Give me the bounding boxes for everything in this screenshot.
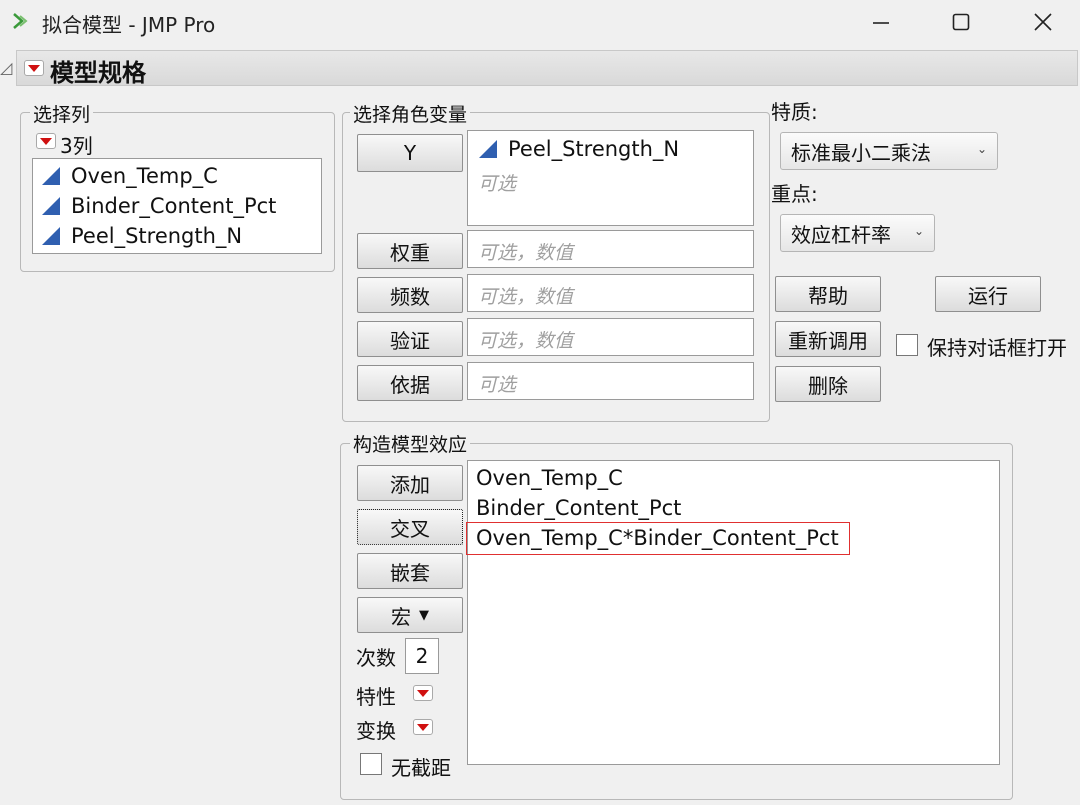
by-role-button[interactable]: 依据 xyxy=(357,365,463,401)
nest-button[interactable]: 嵌套 xyxy=(357,553,463,589)
select-roles-label: 选择角色变量 xyxy=(350,100,471,127)
emphasis-select[interactable]: 效应杠杆率 ⌄ xyxy=(780,214,935,252)
weight-placeholder: 可选，数值 xyxy=(478,242,574,264)
construct-effects-label: 构造模型效应 xyxy=(350,430,471,457)
close-icon xyxy=(1034,13,1052,31)
emphasis-label: 重点: xyxy=(771,182,818,206)
list-item[interactable]: Peel_Strength_N xyxy=(478,137,679,161)
keep-dialog-open-label: 保持对话框打开 xyxy=(927,336,1067,360)
jmp-app-icon xyxy=(13,13,28,29)
list-item[interactable]: Binder_Content_Pct xyxy=(41,194,276,218)
maximize-icon xyxy=(952,13,970,31)
y-placeholder: 可选 xyxy=(478,173,517,195)
close-button[interactable] xyxy=(1016,4,1070,40)
column-name: Oven_Temp_C xyxy=(71,164,218,188)
select-columns-label: 选择列 xyxy=(30,100,94,127)
y-role-button[interactable]: Y xyxy=(357,134,463,172)
weight-role-button[interactable]: 权重 xyxy=(357,233,463,269)
dropdown-arrow-icon: ▼ xyxy=(419,607,429,623)
continuous-icon xyxy=(42,227,60,245)
personality-value: 标准最小二乘法 xyxy=(791,140,931,165)
personality-label: 特质: xyxy=(771,100,818,124)
validation-role-button[interactable]: 验证 xyxy=(357,321,463,357)
disclosure-triangle-icon[interactable]: ◿ xyxy=(0,58,12,77)
continuous-icon xyxy=(479,140,497,158)
validation-placeholder: 可选，数值 xyxy=(478,330,574,352)
window-title: 拟合模型 - JMP Pro xyxy=(42,13,216,37)
red-triangle-menu-icon[interactable] xyxy=(24,60,44,76)
minimize-button[interactable] xyxy=(854,4,908,40)
by-placeholder: 可选 xyxy=(478,374,517,396)
by-role-field[interactable]: 可选 xyxy=(467,362,754,400)
no-intercept-label: 无截距 xyxy=(391,756,451,780)
degree-label: 次数 xyxy=(356,646,396,670)
keep-dialog-open-checkbox[interactable] xyxy=(896,334,918,356)
column-name: Binder_Content_Pct xyxy=(71,194,277,218)
remove-button[interactable]: 删除 xyxy=(775,366,881,402)
outline-header xyxy=(16,50,1078,86)
no-intercept-checkbox[interactable] xyxy=(360,753,382,775)
recall-button[interactable]: 重新调用 xyxy=(775,321,881,357)
degree-input[interactable]: 2 xyxy=(405,638,439,674)
continuous-icon xyxy=(42,167,60,185)
freq-role-button[interactable]: 频数 xyxy=(357,277,463,313)
chevron-down-icon: ⌄ xyxy=(976,142,987,156)
highlight-box xyxy=(466,522,850,555)
validation-role-field[interactable]: 可选，数值 xyxy=(467,318,754,356)
freq-role-field[interactable]: 可选，数值 xyxy=(467,274,754,312)
minimize-icon xyxy=(873,22,889,24)
effect-item[interactable]: Binder_Content_Pct xyxy=(476,496,681,520)
macros-button[interactable]: 宏 ▼ xyxy=(357,597,463,633)
continuous-icon xyxy=(42,197,60,215)
chevron-down-icon: ⌄ xyxy=(913,224,924,238)
freq-placeholder: 可选，数值 xyxy=(478,286,574,308)
weight-role-field[interactable]: 可选，数值 xyxy=(467,230,754,268)
transform-red-triangle-icon[interactable] xyxy=(413,719,433,735)
model-effects-list[interactable]: Oven_Temp_C Binder_Content_Pct Oven_Temp… xyxy=(466,460,1000,765)
help-button[interactable]: 帮助 xyxy=(775,276,881,312)
personality-select[interactable]: 标准最小二乘法 ⌄ xyxy=(780,132,998,170)
transform-label: 变换 xyxy=(356,719,396,743)
emphasis-value: 效应杠杆率 xyxy=(791,222,891,247)
run-button[interactable]: 运行 xyxy=(935,276,1041,312)
outline-title: 模型规格 xyxy=(50,59,146,87)
columns-red-triangle-icon[interactable] xyxy=(36,133,56,149)
maximize-button[interactable] xyxy=(934,4,988,40)
add-button[interactable]: 添加 xyxy=(357,465,463,501)
effect-item[interactable]: Oven_Temp_C xyxy=(476,466,623,490)
macros-label: 宏 xyxy=(391,604,411,629)
list-item[interactable]: Oven_Temp_C xyxy=(41,164,218,188)
column-count: 3列 xyxy=(60,134,93,158)
attributes-label: 特性 xyxy=(356,685,396,709)
y-role-list[interactable]: Peel_Strength_N 可选 xyxy=(467,130,754,226)
list-item[interactable]: Peel_Strength_N xyxy=(41,224,242,248)
column-name: Peel_Strength_N xyxy=(71,224,243,248)
y-column-name: Peel_Strength_N xyxy=(508,137,680,161)
cross-button[interactable]: 交叉 xyxy=(357,509,463,545)
column-list[interactable]: Oven_Temp_C Binder_Content_Pct Peel_Stre… xyxy=(32,158,322,254)
attributes-red-triangle-icon[interactable] xyxy=(413,685,433,701)
